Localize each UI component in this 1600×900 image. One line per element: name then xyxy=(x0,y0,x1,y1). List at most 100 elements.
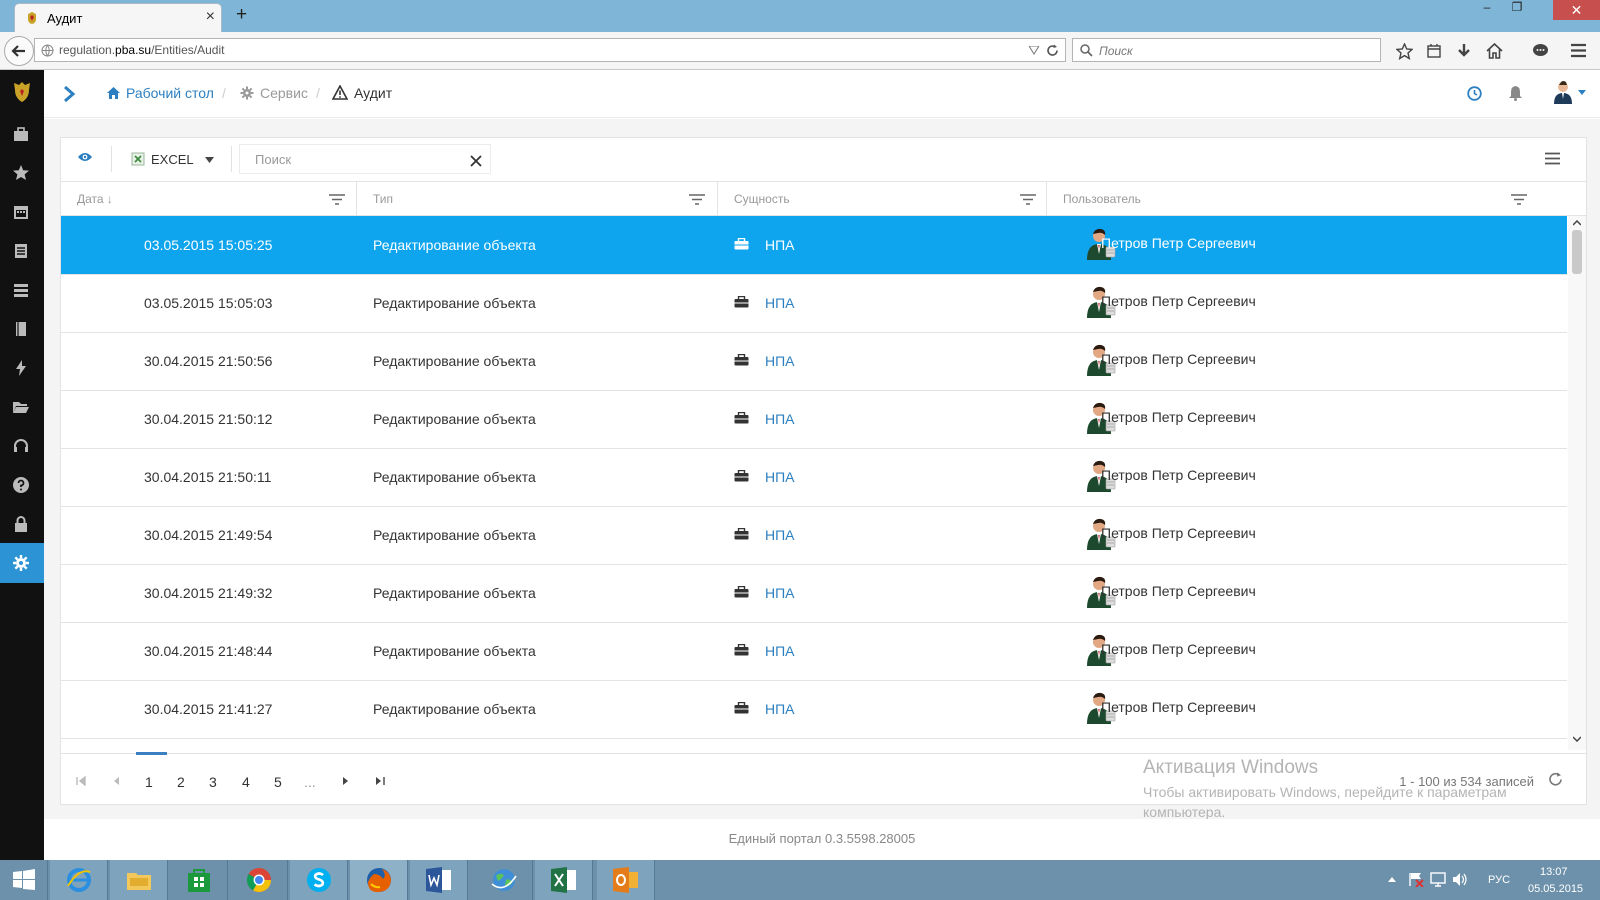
sidebar-item-support[interactable] xyxy=(0,426,44,466)
row-entity-link[interactable]: НПА xyxy=(765,353,795,369)
sidebar-item-events[interactable] xyxy=(0,348,44,388)
page-5-link[interactable]: 5 xyxy=(274,774,282,790)
maximize-icon[interactable]: ❐ xyxy=(1504,0,1530,20)
clock-icon[interactable] xyxy=(1467,86,1482,101)
grid-scrollbar[interactable] xyxy=(1568,216,1586,750)
taskbar-network-app[interactable] xyxy=(475,860,533,900)
menu-hamburger-icon[interactable] xyxy=(1570,43,1587,58)
browser-search-box[interactable]: Поиск xyxy=(1072,38,1381,62)
url-dropdown-icon[interactable] xyxy=(1029,46,1039,55)
page-3-link[interactable]: 3 xyxy=(209,774,217,790)
start-button[interactable] xyxy=(0,860,48,900)
sidebar-item-security[interactable] xyxy=(0,504,44,544)
table-row[interactable]: 30.04.2015 21:49:54 Редактирование объект… xyxy=(61,506,1567,565)
filter-icon[interactable] xyxy=(1511,194,1527,205)
minimize-icon[interactable]: – xyxy=(1474,0,1500,20)
page-2-link[interactable]: 2 xyxy=(177,774,185,790)
user-menu[interactable] xyxy=(1552,80,1592,108)
row-entity-link[interactable]: НПА xyxy=(765,643,795,659)
row-entity-link[interactable]: НПА xyxy=(765,295,795,311)
reload-icon[interactable] xyxy=(1046,44,1059,57)
network-icon[interactable] xyxy=(1430,872,1446,887)
page-4-link[interactable]: 4 xyxy=(242,774,250,790)
taskbar-skype[interactable] xyxy=(290,860,348,900)
clock-date[interactable]: 05.05.2015 xyxy=(1528,883,1583,895)
clear-search-icon[interactable] xyxy=(470,155,482,167)
row-user[interactable]: Петров Петр Сергеевич xyxy=(1101,467,1256,483)
row-entity-link[interactable]: НПА xyxy=(765,411,795,427)
taskbar-outlook[interactable] xyxy=(597,860,655,900)
table-row[interactable]: 30.04.2015 21:48:44 Редактирование объект… xyxy=(61,622,1567,681)
window-close-icon[interactable]: ✕ xyxy=(1553,0,1600,20)
row-user[interactable]: Петров Петр Сергеевич xyxy=(1101,293,1256,309)
address-bar[interactable]: regulation.pba.su/Entities/Audit xyxy=(34,38,1066,62)
language-indicator[interactable]: РУС xyxy=(1488,874,1510,886)
filter-icon[interactable] xyxy=(329,194,345,205)
browser-tab[interactable]: Аудит × xyxy=(14,3,222,32)
table-row[interactable]: 30.04.2015 21:50:11 Редактирование объект… xyxy=(61,448,1567,507)
bookmark-star-icon[interactable] xyxy=(1396,43,1413,60)
first-page-icon[interactable] xyxy=(76,776,86,786)
scroll-down-icon[interactable] xyxy=(1573,736,1581,742)
taskbar-word[interactable] xyxy=(410,860,468,900)
row-entity-link[interactable]: НПА xyxy=(765,585,795,601)
taskbar-chrome[interactable] xyxy=(230,860,288,900)
columns-menu-icon[interactable] xyxy=(1545,152,1560,165)
breadcrumb-service-link[interactable]: Сервис xyxy=(260,85,308,101)
refresh-icon[interactable] xyxy=(1548,772,1563,787)
back-button[interactable] xyxy=(4,36,34,66)
action-center-flag-icon[interactable] xyxy=(1408,872,1424,887)
filter-icon[interactable] xyxy=(1020,194,1036,205)
row-entity-link[interactable]: НПА xyxy=(765,701,795,717)
column-header-entity[interactable]: Сущность xyxy=(718,182,1047,216)
column-header-date[interactable]: Дата ↓ xyxy=(61,182,357,216)
table-row[interactable]: 30.04.2015 21:50:56 Редактирование объект… xyxy=(61,332,1567,391)
prev-page-icon[interactable] xyxy=(112,776,120,786)
row-entity-link[interactable]: НПА xyxy=(765,469,795,485)
excel-export-button[interactable]: EXCEL xyxy=(123,144,221,174)
sidebar-item-stack[interactable] xyxy=(0,270,44,310)
row-user[interactable]: Петров Петр Сергеевич xyxy=(1101,699,1256,715)
eye-icon[interactable] xyxy=(77,151,93,163)
table-row[interactable]: 03.05.2015 15:05:03 Редактирование объект… xyxy=(61,274,1567,333)
new-tab-icon[interactable]: + xyxy=(236,4,247,26)
sidebar-item-briefcase[interactable] xyxy=(0,114,44,154)
home-icon[interactable] xyxy=(1486,43,1503,59)
sidebar-logo[interactable] xyxy=(0,70,44,114)
sidebar-item-help[interactable] xyxy=(0,465,44,505)
row-user[interactable]: Петров Петр Сергеевич xyxy=(1101,351,1256,367)
taskbar-ie[interactable] xyxy=(50,860,108,900)
chat-icon[interactable] xyxy=(1532,43,1549,59)
sidebar-toggle-chevron-icon[interactable] xyxy=(62,86,76,102)
bell-icon[interactable] xyxy=(1508,85,1523,101)
sidebar-item-documents[interactable] xyxy=(0,309,44,349)
row-user[interactable]: Петров Петр Сергеевич xyxy=(1101,641,1256,657)
grid-search-input[interactable]: Поиск xyxy=(239,144,491,174)
sidebar-item-list[interactable] xyxy=(0,231,44,271)
tab-close-icon[interactable]: × xyxy=(206,8,215,26)
tray-expand-icon[interactable] xyxy=(1388,877,1396,882)
clock-time[interactable]: 13:07 xyxy=(1540,866,1568,878)
row-entity-link[interactable]: НПА xyxy=(765,237,795,253)
table-row[interactable]: 30.04.2015 21:49:32 Редактирование объект… xyxy=(61,564,1567,623)
row-user[interactable]: Петров Петр Сергеевич xyxy=(1101,583,1256,599)
filter-icon[interactable] xyxy=(689,194,705,205)
column-header-user[interactable]: Пользователь xyxy=(1047,182,1539,216)
volume-icon[interactable] xyxy=(1452,872,1468,887)
column-header-type[interactable]: Тип xyxy=(357,182,718,216)
row-user[interactable]: Петров Петр Сергеевич xyxy=(1101,525,1256,541)
taskbar-firefox[interactable] xyxy=(350,860,408,900)
row-user[interactable]: Петров Петр Сергеевич xyxy=(1101,409,1256,425)
row-entity-link[interactable]: НПА xyxy=(765,527,795,543)
sidebar-item-folders[interactable] xyxy=(0,387,44,427)
downloads-icon[interactable] xyxy=(1456,43,1472,59)
scroll-up-icon[interactable] xyxy=(1573,220,1581,226)
row-user[interactable]: Петров Петр Сергеевич xyxy=(1101,235,1256,251)
taskbar-explorer[interactable] xyxy=(110,860,168,900)
more-pages-link[interactable]: ... xyxy=(304,774,316,790)
sidebar-item-favorites[interactable] xyxy=(0,153,44,193)
next-page-icon[interactable] xyxy=(342,776,350,786)
sidebar-item-settings[interactable] xyxy=(0,543,44,583)
reading-list-icon[interactable] xyxy=(1426,43,1442,59)
sidebar-item-calendar[interactable] xyxy=(0,192,44,232)
